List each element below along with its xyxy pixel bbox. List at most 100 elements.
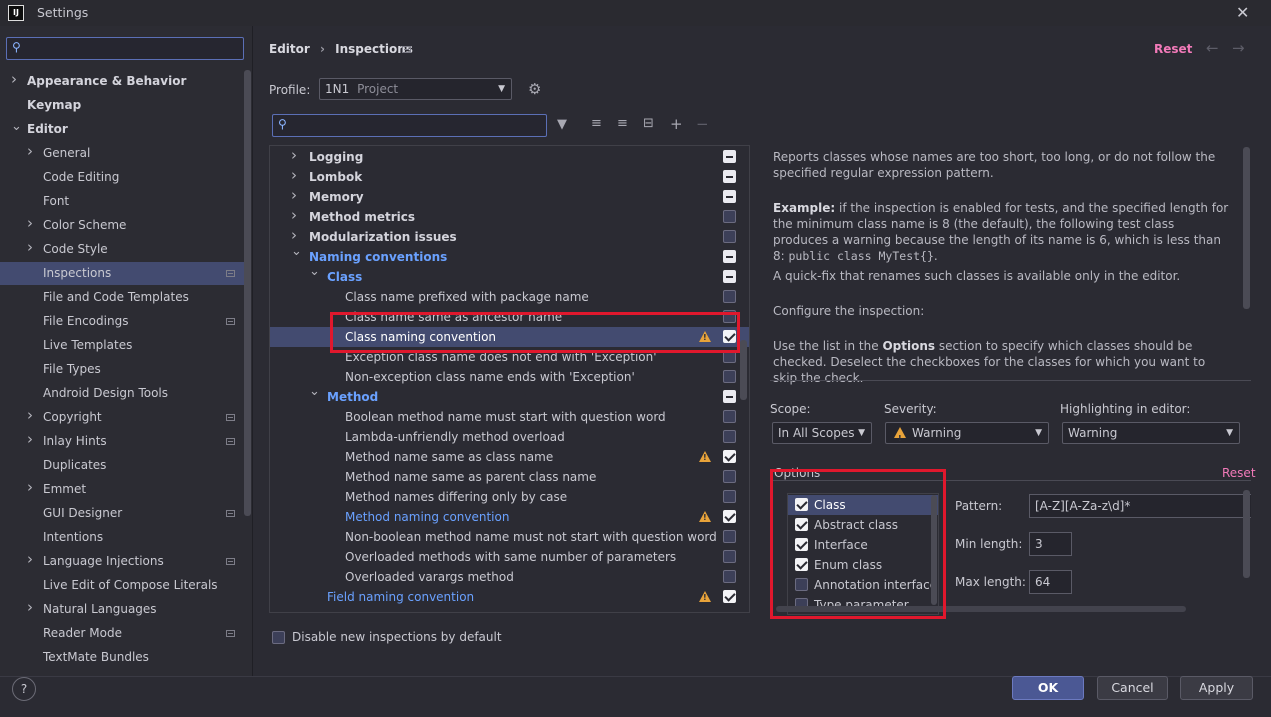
chevron-right-icon[interactable]: ›	[27, 406, 33, 424]
min-length-input[interactable]: 3	[1029, 532, 1072, 556]
ok-button[interactable]: OK	[1012, 676, 1084, 700]
sidebar-item-font[interactable]: Font	[43, 190, 69, 212]
sidebar-item-keymap[interactable]: Keymap	[27, 94, 81, 116]
sidebar-item-file-encodings[interactable]: File Encodings	[43, 310, 128, 332]
breadcrumb-editor[interactable]: Editor	[269, 42, 310, 56]
inspection-checkbox[interactable]	[723, 510, 736, 523]
pattern-input[interactable]: [A-Z][A-Za-z\d]*	[1029, 494, 1251, 518]
inspection-checkbox[interactable]	[723, 170, 736, 183]
inspection-checkbox[interactable]	[723, 550, 736, 563]
filter-icon[interactable]: ▼	[557, 117, 567, 132]
chevron-down-icon[interactable]: ⌄	[291, 244, 302, 259]
sidebar-item-editor[interactable]: Editor	[27, 118, 68, 140]
inspection-checkbox[interactable]	[723, 370, 736, 383]
reset-to-default-icon[interactable]: ⊟	[643, 116, 654, 131]
inspection-checkbox[interactable]	[723, 270, 736, 283]
inspection-checkbox[interactable]	[723, 230, 736, 243]
chevron-right-icon[interactable]: ›	[291, 146, 297, 164]
inspection-checkbox[interactable]	[723, 530, 736, 543]
severity-combo[interactable]: Warning ▼	[885, 422, 1049, 449]
profile-combo[interactable]: 1N1 Project ▼	[319, 78, 512, 100]
inspection-checkbox[interactable]	[723, 390, 736, 403]
sidebar-item-color-scheme[interactable]: Color Scheme	[43, 214, 126, 236]
sidebar-scrollbar[interactable]	[244, 70, 251, 516]
sidebar-item-inspections[interactable]: Inspections	[43, 262, 111, 284]
chevron-right-icon[interactable]: ›	[27, 478, 33, 496]
arrow-left-icon[interactable]: ←	[1206, 39, 1219, 57]
inspection-row[interactable]: Method name same as parent class name	[270, 467, 749, 487]
inspection-checkbox[interactable]	[723, 590, 736, 603]
inspection-checkbox[interactable]	[723, 470, 736, 483]
disable-new-inspections-checkbox[interactable]	[272, 631, 285, 644]
inspection-row[interactable]: Overloaded methods with same number of p…	[270, 547, 749, 567]
inspection-row[interactable]: Lambda-unfriendly method overload	[270, 427, 749, 447]
inspection-row[interactable]: › Lombok	[270, 166, 749, 187]
sidebar-item-intentions[interactable]: Intentions	[43, 526, 103, 548]
sidebar-item-language-injections[interactable]: Language Injections	[43, 550, 164, 572]
chevron-right-icon[interactable]: ›	[11, 70, 17, 88]
inspection-row[interactable]: Overloaded varargs method	[270, 567, 749, 587]
inspection-row[interactable]: › Modularization issues	[270, 226, 749, 247]
inspection-row[interactable]: Field naming convention	[270, 587, 749, 607]
inspection-row[interactable]: Method name same as class name	[270, 447, 749, 467]
sidebar-item-gui-designer[interactable]: GUI Designer	[43, 502, 122, 524]
highlighting-combo[interactable]: Warning ▼	[1062, 422, 1240, 444]
sidebar-item-inlay-hints[interactable]: Inlay Hints	[43, 430, 107, 452]
sidebar-item-code-style[interactable]: Code Style	[43, 238, 108, 260]
sidebar-item-general[interactable]: General	[43, 142, 90, 164]
sidebar-item-code-editing[interactable]: Code Editing	[43, 166, 119, 188]
remove-icon[interactable]: −	[696, 115, 709, 133]
sidebar-item-live-templates[interactable]: Live Templates	[43, 334, 132, 356]
inspection-tree-scrollbar[interactable]	[740, 340, 747, 400]
inspection-checkbox[interactable]	[723, 490, 736, 503]
help-button[interactable]: ?	[12, 677, 36, 701]
description-scrollbar[interactable]	[1243, 147, 1250, 309]
sidebar-item-natural-languages[interactable]: Natural Languages	[43, 598, 157, 620]
chevron-down-icon[interactable]: ⌄	[11, 119, 22, 134]
sidebar-search-input[interactable]: ⚲	[6, 37, 244, 60]
sidebar-item-duplicates[interactable]: Duplicates	[43, 454, 106, 476]
chevron-down-icon[interactable]: ⌄	[309, 264, 320, 279]
inspection-checkbox[interactable]	[723, 410, 736, 423]
chevron-right-icon[interactable]: ›	[27, 214, 33, 232]
options-reset-link[interactable]: Reset	[1222, 466, 1256, 480]
scope-combo[interactable]: In All Scopes ▼	[772, 422, 872, 444]
inspection-checkbox[interactable]	[723, 290, 736, 303]
chevron-right-icon[interactable]: ›	[27, 550, 33, 568]
cancel-button[interactable]: Cancel	[1097, 676, 1168, 700]
sidebar-item-android-design-tools[interactable]: Android Design Tools	[43, 382, 168, 404]
inspection-checkbox[interactable]	[723, 190, 736, 203]
inspection-row[interactable]: Class name prefixed with package name	[270, 287, 749, 307]
sidebar-item-textmate-bundles[interactable]: TextMate Bundles	[43, 646, 149, 668]
inspection-checkbox[interactable]	[723, 430, 736, 443]
inspection-checkbox[interactable]	[723, 210, 736, 223]
inspection-row[interactable]: Boolean method name must start with ques…	[270, 407, 749, 427]
reset-link[interactable]: Reset	[1154, 42, 1192, 56]
max-length-input[interactable]: 64	[1029, 570, 1072, 594]
add-icon[interactable]: +	[670, 115, 683, 133]
chevron-down-icon[interactable]: ⌄	[309, 384, 320, 399]
expand-all-icon[interactable]: ≡	[591, 116, 602, 131]
sidebar-item-appearance-behavior[interactable]: Appearance & Behavior	[27, 70, 186, 92]
inspection-row[interactable]: ⌄ Class	[270, 264, 749, 287]
sidebar-item-live-edit-of-compose-literals[interactable]: Live Edit of Compose Literals	[43, 574, 218, 596]
inspection-row[interactable]: Method naming convention	[270, 507, 749, 527]
inspection-row[interactable]: › Memory	[270, 186, 749, 207]
inspection-row[interactable]: › Logging	[270, 146, 749, 167]
close-icon[interactable]: ✕	[1236, 3, 1249, 22]
arrow-right-icon[interactable]: →	[1232, 39, 1245, 57]
sidebar-item-emmet[interactable]: Emmet	[43, 478, 86, 500]
chevron-right-icon[interactable]: ›	[291, 186, 297, 204]
sidebar-item-file-and-code-templates[interactable]: File and Code Templates	[43, 286, 189, 308]
chevron-right-icon[interactable]: ›	[27, 430, 33, 448]
inspection-row[interactable]: › Method metrics	[270, 206, 749, 227]
inspection-checkbox[interactable]	[723, 150, 736, 163]
gear-icon[interactable]: ⚙	[528, 80, 541, 98]
collapse-all-icon[interactable]: ≡	[617, 116, 628, 131]
chevron-right-icon[interactable]: ›	[27, 142, 33, 160]
inspection-row[interactable]: Non-boolean method name must not start w…	[270, 527, 749, 547]
inspection-checkbox[interactable]	[723, 570, 736, 583]
chevron-right-icon[interactable]: ›	[27, 238, 33, 256]
apply-button[interactable]: Apply	[1180, 676, 1253, 700]
inspection-row[interactable]: ⌄ Method	[270, 384, 749, 407]
